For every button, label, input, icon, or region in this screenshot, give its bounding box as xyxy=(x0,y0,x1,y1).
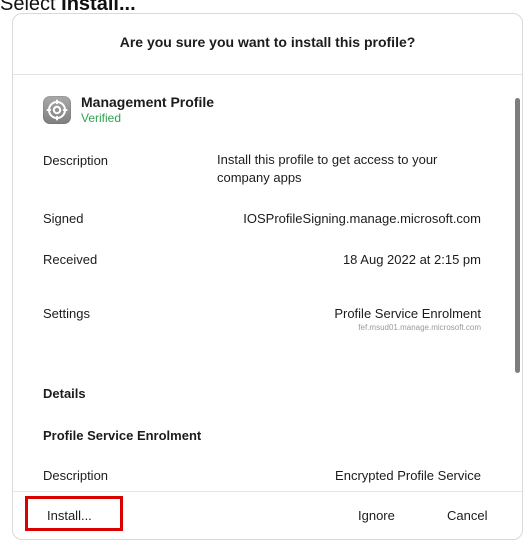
description-label: Description xyxy=(43,153,109,168)
profile-name: Management Profile xyxy=(81,94,215,110)
details-section-title: Profile Service Enrolment xyxy=(43,428,202,443)
signed-label: Signed xyxy=(43,211,84,226)
details-description-label: Description xyxy=(43,468,109,483)
profile-verified-status: Verified xyxy=(81,111,122,125)
signed-value: IOSProfileSigning.manage.microsoft.com xyxy=(243,211,481,226)
settings-subvalue: fef.msud01.manage.microsoft.com xyxy=(358,323,481,332)
settings-label: Settings xyxy=(43,306,90,321)
install-profile-dialog: Are you sure you want to install this pr… xyxy=(12,13,523,540)
dialog-scrollbar[interactable] xyxy=(515,98,520,373)
settings-gear-icon xyxy=(43,96,71,124)
details-heading: Details xyxy=(43,386,86,401)
settings-value: Profile Service Enrolment xyxy=(334,306,481,321)
button-divider xyxy=(13,491,522,492)
page: Select Install... Are you sure you want … xyxy=(0,0,526,543)
ignore-button[interactable]: Ignore xyxy=(358,508,395,523)
install-button[interactable]: Install... xyxy=(47,508,92,523)
received-value: 18 Aug 2022 at 2:15 pm xyxy=(342,252,481,267)
dialog-top-divider xyxy=(13,74,522,75)
dialog-title: Are you sure you want to install this pr… xyxy=(119,34,416,50)
details-description-value: Encrypted Profile Service xyxy=(335,468,481,483)
received-label: Received xyxy=(43,252,98,267)
cancel-button[interactable]: Cancel xyxy=(447,508,487,523)
description-value: Install this profile to get access to yo… xyxy=(217,152,438,185)
